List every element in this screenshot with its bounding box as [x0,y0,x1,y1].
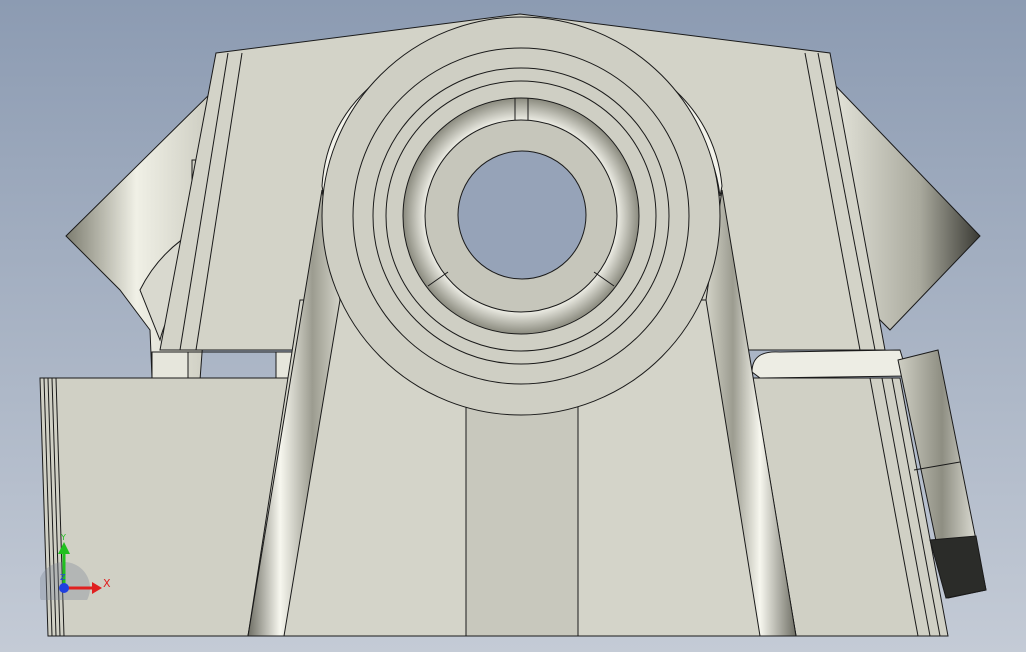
x-axis-head [92,582,102,594]
z-axis-dot [59,583,69,593]
y-axis-label: Y [60,533,66,542]
bore-hole[interactable] [457,150,587,280]
3d-viewport[interactable]: X Y Z [0,0,1026,652]
y-axis-head [58,542,70,554]
coordinate-triad[interactable]: X Y Z [40,530,160,600]
x-axis-label: X [103,577,111,590]
z-axis-label: Z [60,573,66,582]
